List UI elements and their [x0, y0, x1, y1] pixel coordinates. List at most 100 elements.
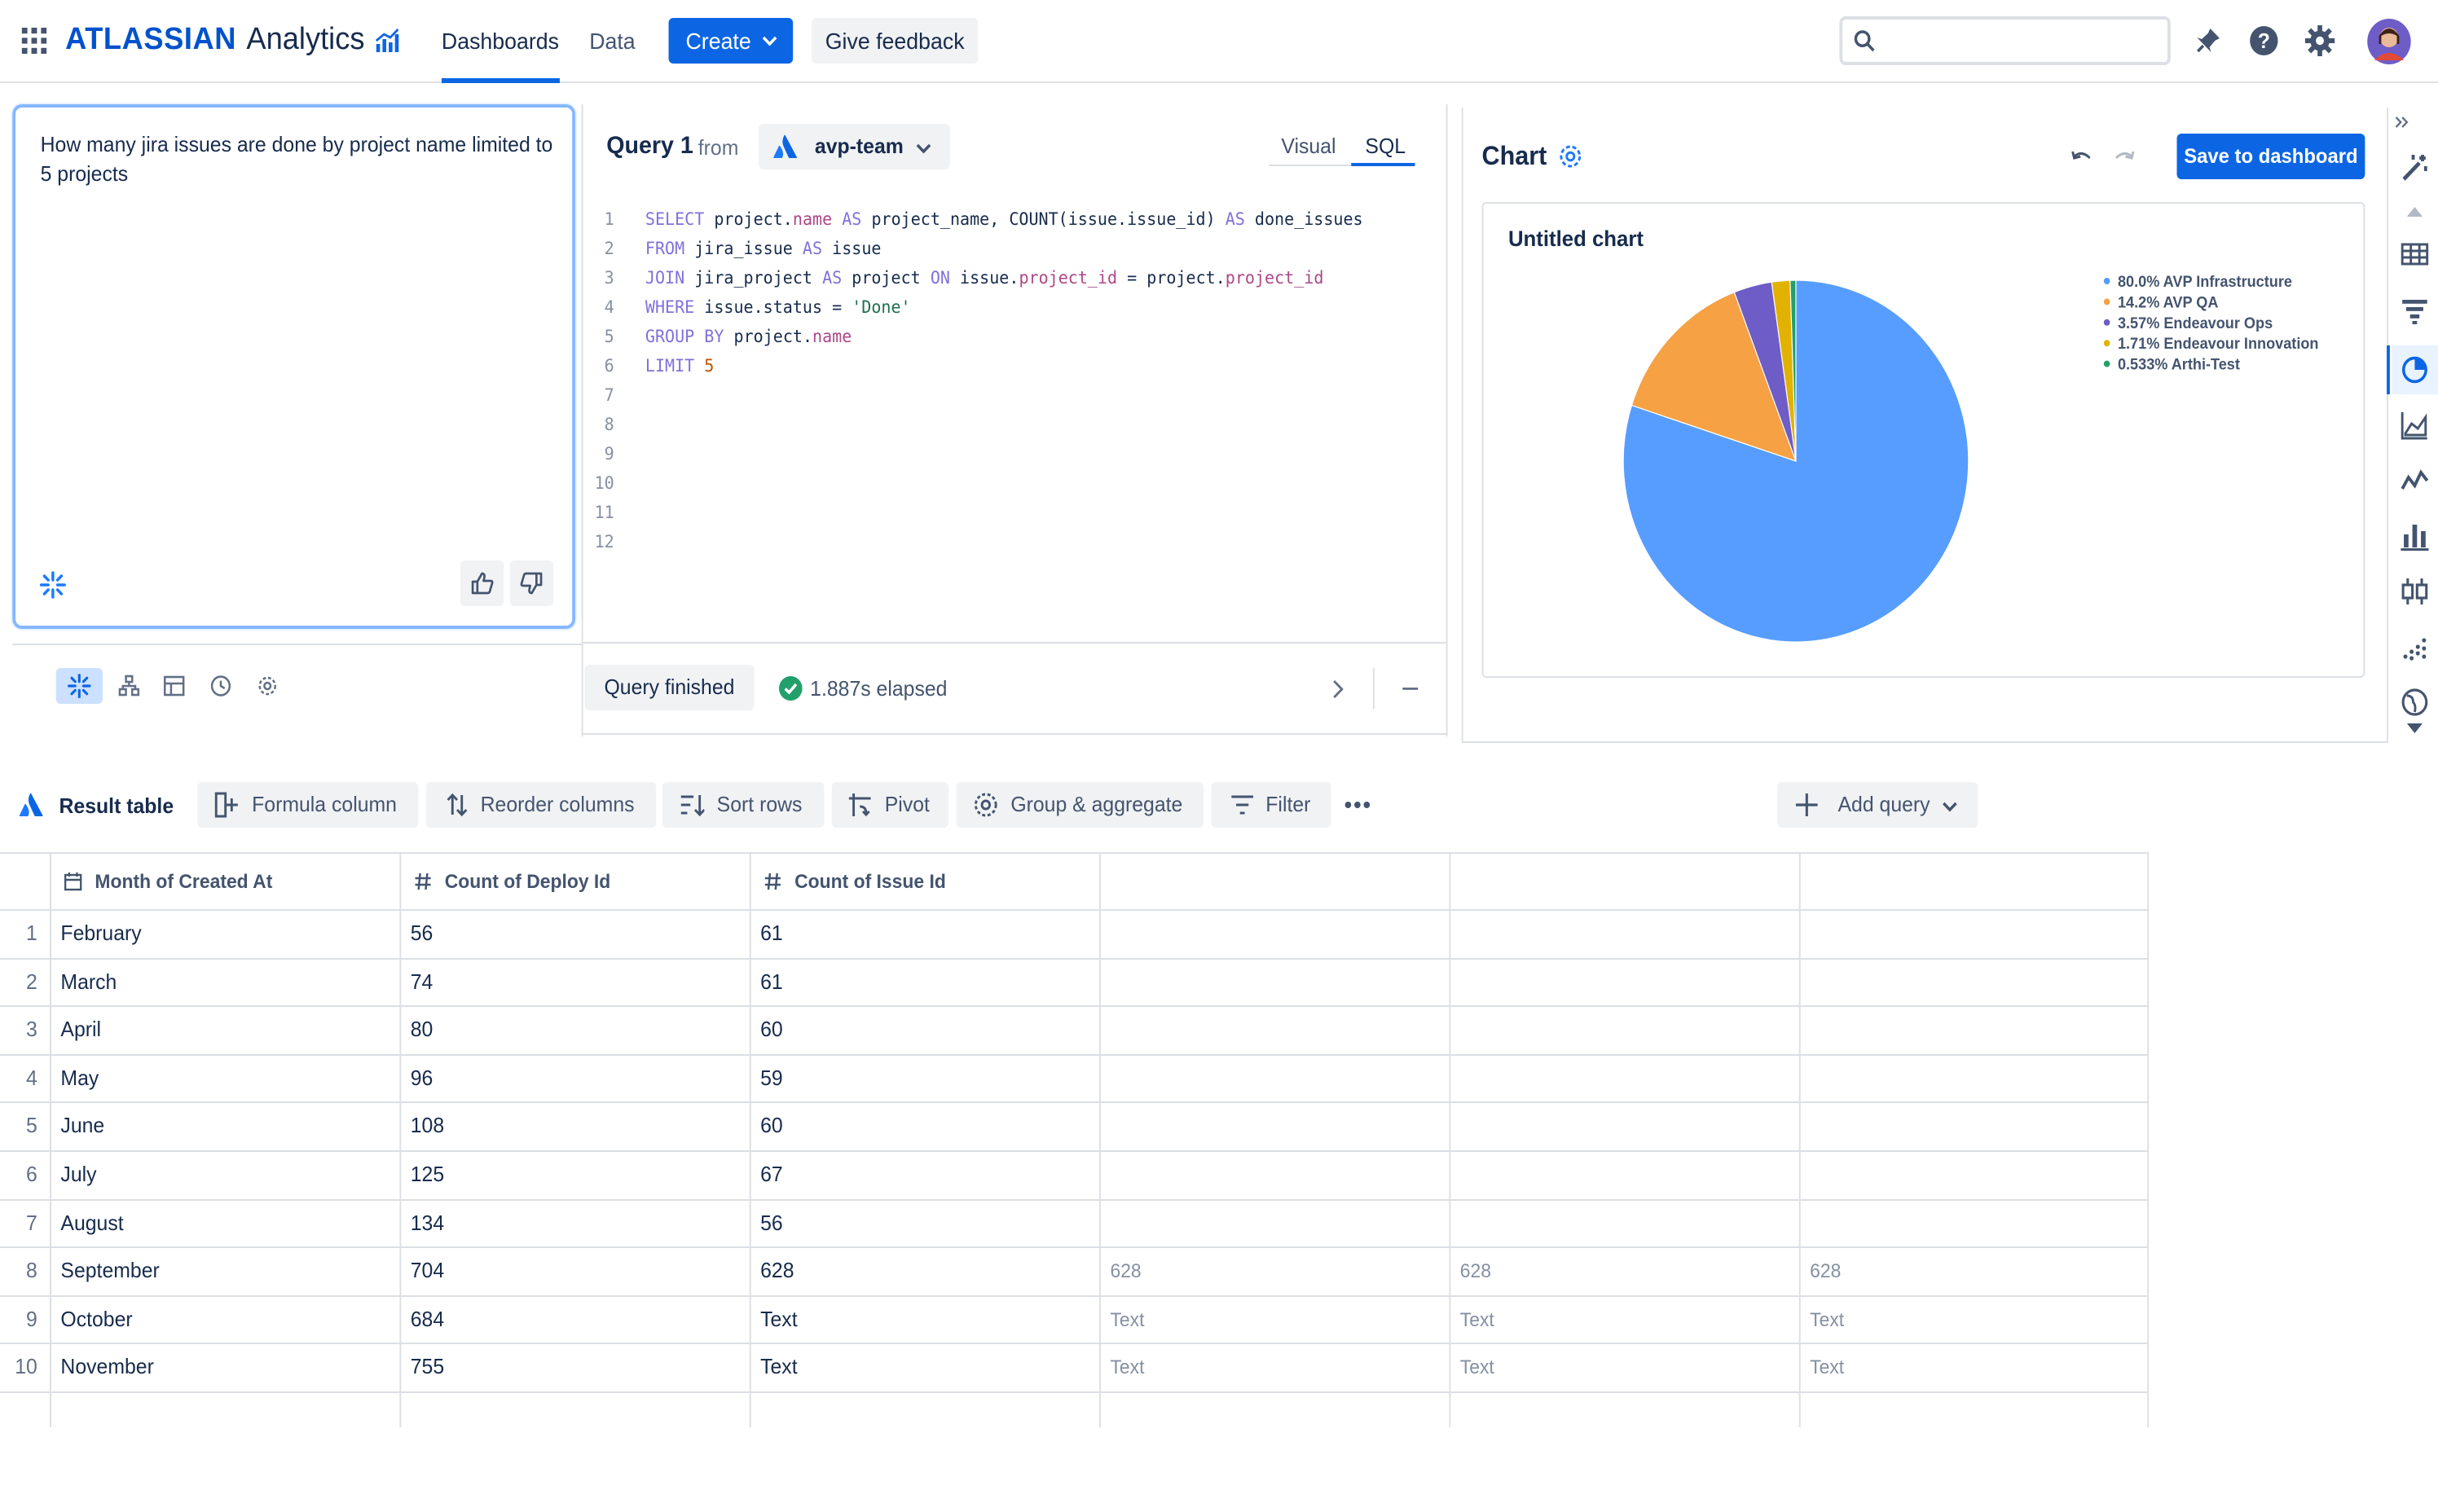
table-cell[interactable]: 61 — [760, 909, 783, 958]
bar-chart-icon[interactable] — [2401, 521, 2429, 551]
column-header[interactable]: Count of Deploy Id — [445, 857, 611, 906]
table-cell[interactable]: 125 — [411, 1150, 444, 1199]
table-cell[interactable]: 56 — [760, 1198, 783, 1247]
table-cell[interactable]: March — [60, 957, 117, 1006]
datasource-select[interactable]: avp-team — [759, 124, 950, 169]
undo-icon[interactable] — [2071, 148, 2093, 168]
help-icon[interactable]: ? — [2248, 24, 2279, 57]
sql-line[interactable]: FROM jira_issue AS issue — [645, 235, 882, 264]
map-chart-icon[interactable] — [2401, 688, 2428, 717]
table-cell[interactable]: 628 — [760, 1246, 794, 1295]
notifications-icon[interactable] — [2194, 26, 2221, 55]
scroll-down-icon[interactable] — [2406, 723, 2423, 733]
thumbs-down-button[interactable] — [509, 560, 554, 606]
table-cell[interactable]: November — [60, 1343, 153, 1392]
magic-wand-icon[interactable] — [2401, 153, 2428, 182]
table-cell-placeholder[interactable]: 628 — [1810, 1246, 1841, 1295]
table-cell[interactable]: 684 — [411, 1295, 444, 1344]
table-cell[interactable]: 56 — [411, 909, 433, 958]
table-cell[interactable]: 134 — [411, 1198, 444, 1247]
table-cell[interactable]: July — [60, 1150, 96, 1199]
nav-tab-dashboards[interactable]: Dashboards — [441, 0, 559, 83]
settings-gear-icon[interactable] — [2304, 24, 2335, 57]
filter-button[interactable]: Filter — [1211, 782, 1331, 828]
collapse-minus-icon[interactable] — [1402, 688, 1419, 691]
table-cell[interactable]: 59 — [760, 1054, 783, 1103]
table-cell[interactable]: 67 — [760, 1150, 783, 1199]
pivot-button[interactable]: Pivot — [831, 782, 949, 828]
table-row[interactable]: 8 September 704 628 628 628 628 — [0, 1246, 2149, 1294]
table-cell-placeholder[interactable]: Text — [1110, 1295, 1144, 1344]
table-cell[interactable]: April — [60, 1005, 101, 1054]
give-feedback-button[interactable]: Give feedback — [812, 18, 979, 64]
table-cell-placeholder[interactable]: Text — [1460, 1343, 1494, 1392]
scroll-up-icon[interactable] — [2406, 207, 2423, 217]
more-options-icon[interactable] — [1344, 800, 1371, 810]
table-cell[interactable]: 755 — [411, 1343, 444, 1392]
table-cell[interactable]: 74 — [411, 957, 433, 1006]
table-row[interactable]: 7 August 134 56 — [0, 1198, 2149, 1246]
settings-gear-icon[interactable] — [257, 675, 279, 697]
table-cell-placeholder[interactable]: Text — [1110, 1343, 1144, 1392]
sql-line[interactable]: WHERE issue.status = 'Done' — [645, 293, 911, 323]
table-cell-placeholder[interactable]: Text — [1810, 1343, 1844, 1392]
table-cell[interactable]: May — [60, 1054, 99, 1103]
table-row[interactable]: 4 May 96 59 — [0, 1054, 2149, 1102]
table-cell-placeholder[interactable]: 628 — [1110, 1246, 1141, 1295]
sql-line[interactable]: JOIN jira_project AS project ON issue.pr… — [645, 264, 1324, 293]
sort-rows-button[interactable]: Sort rows — [662, 782, 825, 828]
formula-column-button[interactable]: Formula column — [197, 782, 419, 828]
scatter-chart-icon[interactable] — [2401, 632, 2428, 662]
thumbs-up-button[interactable] — [460, 560, 504, 606]
table-cell[interactable]: August — [60, 1198, 123, 1247]
sql-line[interactable]: GROUP BY project.name — [645, 323, 852, 352]
table-cell[interactable]: 704 — [411, 1246, 444, 1295]
table-row[interactable]: 6 July 125 67 — [0, 1150, 2149, 1198]
schema-icon[interactable] — [118, 675, 140, 697]
create-button[interactable]: Create — [668, 18, 794, 64]
table-cell-placeholder[interactable]: Text — [1810, 1295, 1844, 1344]
table-cell[interactable]: 60 — [760, 1005, 783, 1054]
column-header[interactable]: Count of Issue Id — [794, 857, 946, 906]
expand-panel-icon[interactable] — [2395, 114, 2410, 130]
table-cell[interactable]: June — [60, 1102, 104, 1151]
sql-line[interactable]: LIMIT 5 — [645, 352, 714, 381]
chart-settings-icon[interactable] — [1558, 143, 1583, 169]
tab-visual[interactable]: Visual — [1281, 134, 1336, 158]
reorder-columns-button[interactable]: Reorder columns — [425, 782, 657, 828]
table-row[interactable]: 2 March 74 61 — [0, 957, 2149, 1005]
funnel-chart-icon[interactable] — [2401, 297, 2428, 326]
sql-editor[interactable]: 1 2 3 4 5 6 7 8 9 10 11 12 SELECT project.name AS p… — [583, 205, 1448, 564]
history-icon[interactable] — [210, 675, 232, 697]
add-query-button[interactable]: Add query — [1777, 782, 1978, 828]
table-row[interactable]: 1 February 56 61 — [0, 909, 2149, 957]
chevron-right-icon[interactable] — [1331, 679, 1344, 699]
table-row[interactable]: 9 October 684 Text Text Text Text — [0, 1295, 2149, 1343]
table-cell[interactable]: 80 — [411, 1005, 433, 1054]
table-cell[interactable]: 96 — [411, 1054, 433, 1103]
product-logo[interactable]: ATLASSIAN Analytics — [65, 21, 399, 60]
search-input[interactable] — [1882, 23, 2169, 62]
table-cell[interactable]: 61 — [760, 957, 783, 1006]
table-cell-placeholder[interactable]: 628 — [1460, 1246, 1491, 1295]
table-row[interactable]: 3 April 80 60 — [0, 1005, 2149, 1053]
column-header[interactable]: Month of Created At — [95, 857, 272, 906]
table-view-icon[interactable] — [163, 675, 185, 697]
table-cell[interactable]: Text — [760, 1343, 797, 1392]
table-cell[interactable]: 108 — [411, 1102, 444, 1151]
area-chart-icon[interactable] — [2401, 411, 2428, 440]
table-cell[interactable]: October — [60, 1295, 132, 1344]
table-chart-icon[interactable] — [2401, 241, 2429, 267]
table-cell-placeholder[interactable]: Text — [1460, 1295, 1494, 1344]
sql-line[interactable]: SELECT project.name AS project_name, COU… — [645, 205, 1363, 235]
tab-sql[interactable]: SQL — [1365, 134, 1406, 158]
save-to-dashboard-button[interactable]: Save to dashboard — [2176, 134, 2365, 179]
ai-mode-button[interactable] — [55, 668, 103, 704]
line-chart-icon[interactable] — [2401, 466, 2429, 495]
table-row[interactable]: 5 June 108 60 — [0, 1102, 2149, 1150]
redo-icon[interactable] — [2113, 148, 2135, 168]
table-cell[interactable]: September — [60, 1246, 159, 1295]
table-cell[interactable]: February — [60, 909, 141, 958]
search-field[interactable] — [1839, 16, 2171, 65]
prompt-text[interactable]: How many jira issues are done by project… — [41, 130, 554, 189]
